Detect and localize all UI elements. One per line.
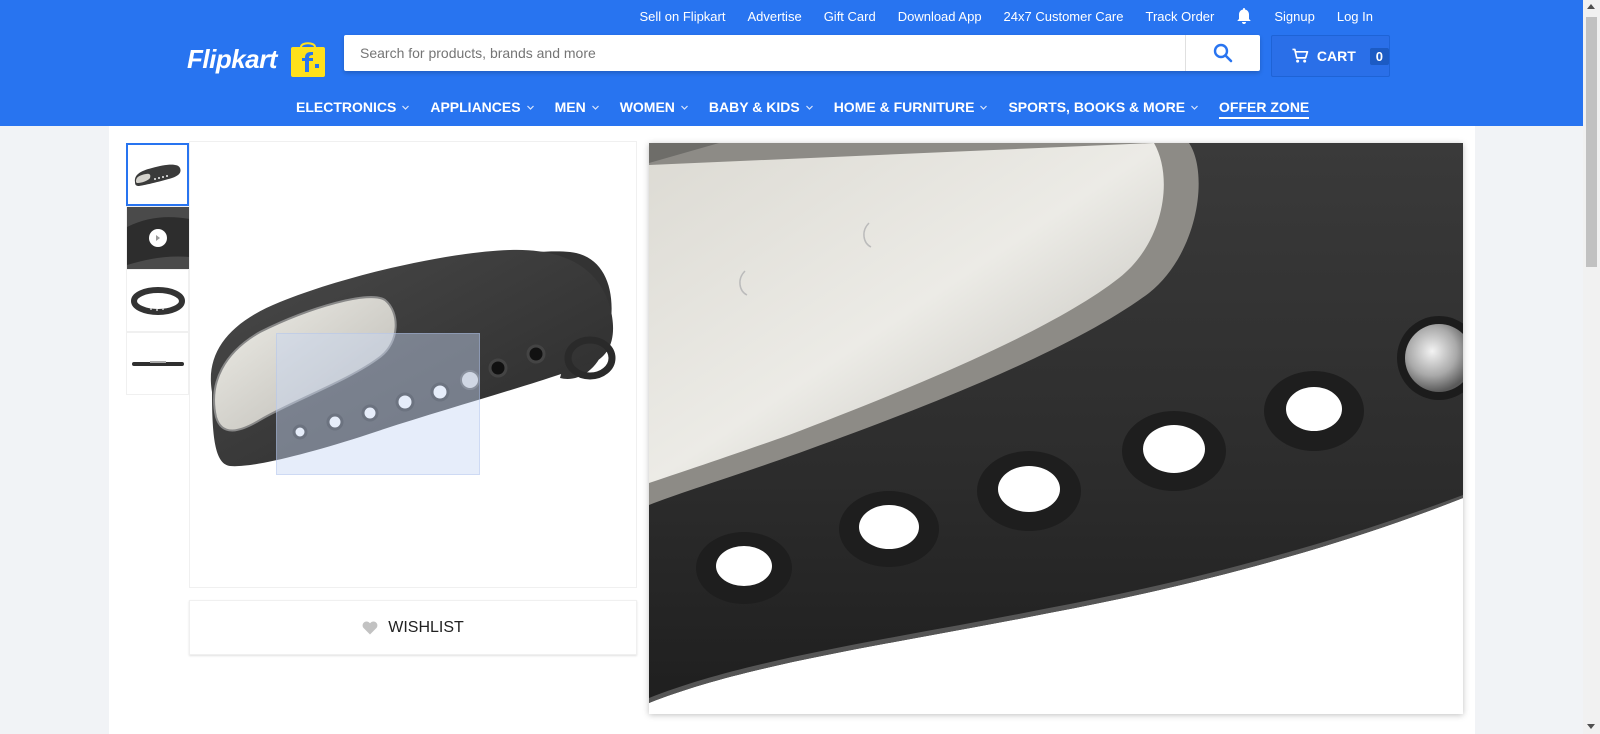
- wishlist-button[interactable]: WISHLIST: [189, 600, 637, 655]
- scroll-down-arrow-icon[interactable]: [1587, 724, 1595, 729]
- thumbnail-band-round[interactable]: [126, 269, 189, 332]
- nav-label: ELECTRONICS: [296, 99, 397, 115]
- chevron-down-icon: [680, 105, 688, 110]
- download-app-link[interactable]: Download App: [898, 9, 982, 24]
- thumbnail-band-side[interactable]: [126, 332, 189, 395]
- nav-label: OFFER ZONE: [1219, 99, 1310, 115]
- nav-label: BABY & KIDS: [708, 99, 800, 115]
- nav-label: SPORTS, BOOKS & MORE: [1008, 99, 1186, 115]
- fitness-band-thumbnail: [134, 164, 181, 186]
- search-input[interactable]: [344, 35, 1185, 71]
- thumbnail-band-video[interactable]: [126, 206, 190, 270]
- login-link[interactable]: Log In: [1337, 9, 1373, 24]
- nav-label: HOME & FURNITURE: [833, 99, 975, 115]
- wishlist-label: WISHLIST: [388, 618, 464, 636]
- chevron-down-icon: [805, 105, 813, 110]
- customer-care-link[interactable]: 24x7 Customer Care: [1004, 9, 1124, 24]
- scrollbar-thumb[interactable]: [1586, 17, 1597, 267]
- zoomed-band-image: [649, 143, 1463, 714]
- chevron-down-icon: [526, 105, 534, 110]
- heart-icon: [362, 620, 378, 634]
- vertical-scrollbar[interactable]: [1583, 0, 1600, 734]
- search-button[interactable]: [1185, 35, 1260, 71]
- category-nav: ELECTRONICS APPLIANCES MEN WOMEN BABY & …: [296, 96, 1329, 119]
- zoomed-image-panel: [649, 143, 1463, 714]
- zoom-lens[interactable]: [276, 333, 480, 475]
- nav-electronics[interactable]: ELECTRONICS: [296, 99, 410, 115]
- nav-label: APPLIANCES: [430, 99, 521, 115]
- cart-icon: [1292, 48, 1309, 63]
- nav-sports-books-more[interactable]: SPORTS, BOOKS & MORE: [1008, 99, 1199, 115]
- signup-link[interactable]: Signup: [1274, 9, 1314, 24]
- band-side-thumbnail: [131, 360, 184, 366]
- shopping-bag-logo-icon: [290, 42, 325, 77]
- chevron-down-icon: [980, 105, 988, 110]
- thumbnail-strip: [126, 143, 190, 395]
- play-icon: [148, 228, 167, 247]
- flipkart-logo[interactable]: Flipkart: [187, 40, 327, 78]
- nav-men[interactable]: MEN: [555, 99, 600, 115]
- logo-text: Flipkart: [187, 43, 277, 74]
- thumbnail-band-front[interactable]: [126, 143, 189, 206]
- bell-icon[interactable]: [1236, 7, 1252, 25]
- search-bar: [344, 35, 1260, 71]
- sell-on-flipkart-link[interactable]: Sell on Flipkart: [640, 9, 726, 24]
- cart-button[interactable]: CART 0: [1271, 35, 1390, 77]
- chevron-down-icon: [402, 105, 410, 110]
- top-links: Sell on Flipkart Advertise Gift Card Dow…: [618, 7, 1373, 25]
- search-icon: [1213, 43, 1233, 63]
- site-header: Sell on Flipkart Advertise Gift Card Dow…: [0, 0, 1583, 126]
- chevron-down-icon: [1191, 105, 1198, 110]
- cart-label: CART: [1316, 48, 1356, 64]
- nav-home-furniture[interactable]: HOME & FURNITURE: [834, 99, 989, 115]
- advertise-link[interactable]: Advertise: [747, 9, 801, 24]
- main-product-image[interactable]: [189, 141, 637, 588]
- nav-baby-kids[interactable]: BABY & KIDS: [709, 99, 814, 115]
- scroll-up-arrow-icon[interactable]: [1587, 4, 1595, 9]
- band-round-thumbnail: [130, 286, 185, 315]
- gift-card-link[interactable]: Gift Card: [824, 9, 876, 24]
- nav-label: MEN: [554, 99, 586, 115]
- nav-women[interactable]: WOMEN: [620, 99, 689, 115]
- nav-label: WOMEN: [619, 99, 675, 115]
- chevron-down-icon: [591, 105, 599, 110]
- cart-count-badge: 0: [1369, 47, 1389, 65]
- track-order-link[interactable]: Track Order: [1146, 9, 1215, 24]
- nav-offer-zone[interactable]: OFFER ZONE: [1219, 99, 1310, 119]
- nav-appliances[interactable]: APPLIANCES: [430, 99, 534, 115]
